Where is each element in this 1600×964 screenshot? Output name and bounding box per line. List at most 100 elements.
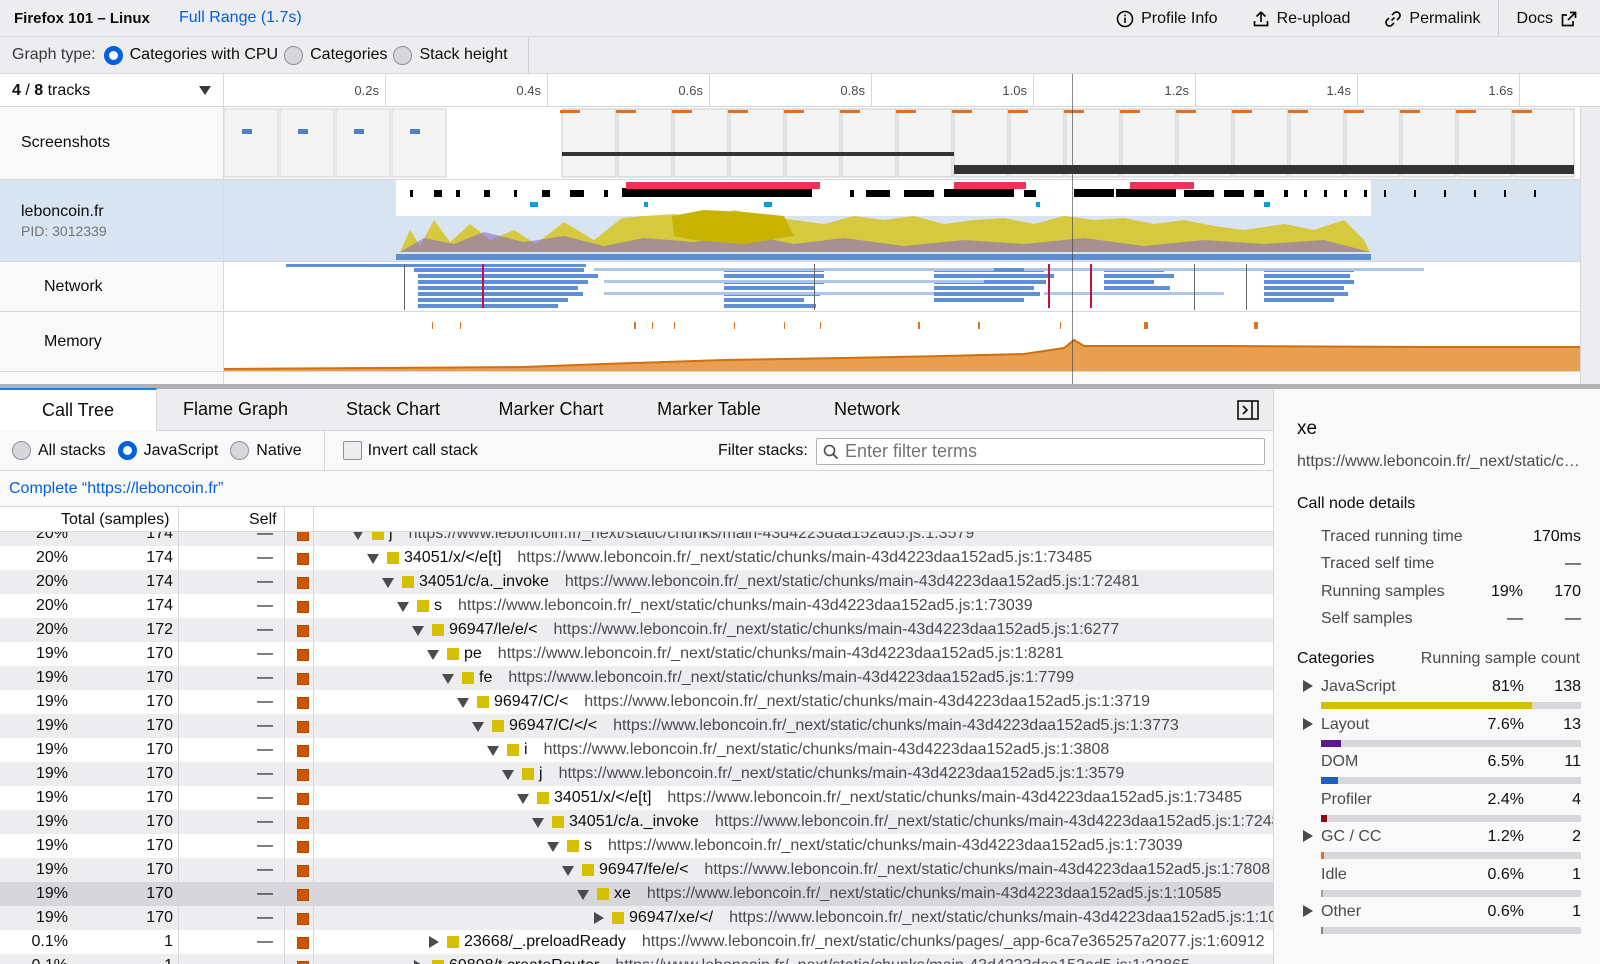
expanded-twisty-icon[interactable] (427, 650, 439, 660)
profile-info-button[interactable]: Profile Info (1099, 0, 1234, 37)
track-selector-button[interactable]: 4 / 8 tracks (0, 74, 224, 107)
running-sample-count-heading: Running sample count (1420, 650, 1580, 667)
row-self: — (257, 933, 273, 950)
process-track-label[interactable]: leboncoin.fr PID: 3012339 (0, 180, 224, 262)
expand-twisty-icon[interactable] (1303, 680, 1313, 692)
timeline-filler-row (224, 372, 1580, 384)
tree-row[interactable]: 19% 170 — 96947/fe/e/< https://www.leboncoin… (0, 858, 1273, 882)
category-row[interactable]: Layout 7.6% 13 (1297, 714, 1581, 752)
category-color-icon (417, 600, 429, 612)
category-bar-fill (1321, 927, 1323, 934)
expanded-twisty-icon[interactable] (562, 866, 574, 876)
collapsed-twisty-icon[interactable] (414, 960, 424, 964)
filter-stacks-field[interactable] (816, 438, 1265, 465)
graph-type-categories[interactable]: Categories (284, 45, 387, 65)
expanded-twisty-icon[interactable] (547, 842, 559, 852)
row-self: — (257, 669, 273, 686)
row-total: 1 (70, 957, 173, 964)
graph-type-categories-with-cpu[interactable]: Categories with CPU (103, 45, 278, 65)
detail-self-samples: Self samples — — (1321, 610, 1581, 627)
expanded-twisty-icon[interactable] (487, 746, 499, 756)
expand-twisty-icon[interactable] (1303, 717, 1313, 730)
tree-row[interactable]: 20% 174 — 34051/x/</e[t] https://www.lebonco… (0, 546, 1273, 570)
row-total: 174 (146, 532, 173, 542)
screenshots-track-label[interactable]: Screenshots (0, 107, 224, 180)
expanded-twisty-icon[interactable] (382, 578, 394, 588)
tree-row[interactable]: 19% 170 — j https://www.leboncoin.fr/_next/s… (0, 762, 1273, 786)
tree-row[interactable]: 19% 170 — 34051/x/</e[t] https://www.lebonco… (0, 786, 1273, 810)
tab-stack-chart[interactable]: Stack Chart (314, 388, 472, 430)
screenshots-track[interactable] (224, 107, 1580, 180)
tree-row[interactable]: 19% 170 — 96947/xe/</ https://www.leboncoin.… (0, 906, 1273, 930)
expanded-twisty-icon[interactable] (412, 626, 424, 636)
memory-track-label[interactable]: Memory (0, 312, 224, 372)
filter-stacks-input[interactable] (845, 441, 1245, 462)
tree-row[interactable]: 0.1%1 — 69898/t.createRouter https://www.le… (0, 954, 1273, 964)
timeline-scrollbar[interactable] (1580, 107, 1600, 384)
tree-row[interactable]: 20% 172 — 96947/le/e/< https://www.leboncoin… (0, 618, 1273, 642)
full-range-breadcrumb[interactable]: Full Range (1.7s) (165, 9, 302, 27)
permalink-button[interactable]: Permalink (1367, 0, 1497, 37)
breadcrumb-label: Complete “https://leboncoin.fr” (9, 479, 224, 497)
category-row[interactable]: Other 0.6% 1 (1297, 901, 1581, 939)
stack-native[interactable]: Native (230, 441, 302, 460)
tab-marker-table[interactable]: Marker Table (630, 388, 788, 430)
graph-type-stack-height[interactable]: Stack height (393, 45, 508, 65)
tree-row[interactable]: 19% 170 — i https://www.leboncoin.fr/_next/s… (0, 738, 1273, 762)
row-total: 170 (146, 765, 173, 782)
radio-icon (12, 441, 31, 460)
column-divider (284, 690, 285, 714)
graph-type-label: Graph type: (12, 46, 96, 63)
function-source: https://www.leboncoin.fr/_next/static/ch… (517, 549, 1092, 566)
expanded-twisty-icon[interactable] (532, 818, 544, 828)
row-total: 170 (146, 837, 173, 854)
collapsed-twisty-icon[interactable] (594, 912, 604, 924)
tree-row[interactable]: 20% 174 — s https://www.leboncoin.fr/_next/s… (0, 594, 1273, 618)
memory-track[interactable] (224, 312, 1580, 372)
expanded-twisty-icon[interactable] (517, 794, 529, 804)
tree-row[interactable]: 19% 170 — s https://www.leboncoin.fr/_next/s… (0, 834, 1273, 858)
network-track[interactable] (224, 262, 1580, 312)
transform-breadcrumb[interactable]: Complete “https://leboncoin.fr” (0, 471, 1273, 507)
collapsed-twisty-icon[interactable] (429, 936, 439, 948)
tree-row[interactable]: 19% 170 — 96947/C/</< https://www.leboncoin.… (0, 714, 1273, 738)
reupload-button[interactable]: Re-upload (1235, 0, 1368, 37)
tab-flame-graph[interactable]: Flame Graph (157, 388, 314, 430)
expanded-twisty-icon[interactable] (577, 890, 589, 900)
ruler-tick: 1.6s (1440, 74, 1520, 107)
tab-call-tree[interactable]: Call Tree (0, 388, 157, 431)
function-name: 96947/le/e/< (449, 621, 538, 638)
tree-row[interactable]: 19% 170 — pe https://www.leboncoin.fr/_next/… (0, 642, 1273, 666)
docs-button[interactable]: Docs (1497, 0, 1600, 37)
sidebar-toggle-icon[interactable] (1237, 400, 1259, 420)
js-category-icon (297, 913, 309, 925)
expanded-twisty-icon[interactable] (397, 602, 409, 612)
category-row[interactable]: GC / CC 1.2% 2 (1297, 826, 1581, 864)
expanded-twisty-icon[interactable] (367, 554, 379, 564)
tab-marker-chart[interactable]: Marker Chart (472, 388, 630, 430)
tree-row[interactable]: 19% 170 — 34051/c/a._invoke https://www.lebo… (0, 810, 1273, 834)
tree-row[interactable]: 20% 174 — 34051/c/a._invoke https://www.lebo… (0, 570, 1273, 594)
tree-row[interactable]: 20% 174 — j https://www.leboncoin.fr/_next/s… (0, 532, 1273, 546)
network-track-label[interactable]: Network (0, 262, 224, 312)
expanded-twisty-icon[interactable] (442, 674, 454, 684)
stack-javascript[interactable]: JavaScript (117, 441, 218, 460)
expanded-twisty-icon[interactable] (502, 770, 514, 780)
row-function: s https://www.leboncoin.fr/_next/static/c… (547, 837, 1183, 855)
expand-twisty-icon[interactable] (1303, 830, 1313, 842)
expanded-twisty-icon[interactable] (472, 722, 484, 732)
tree-row[interactable]: 19% 170 — fe https://www.leboncoin.fr/_next/… (0, 666, 1273, 690)
tree-row[interactable]: 0.1% 1 — 23668/_.preloadReady https://www.le… (0, 930, 1273, 954)
tab-network[interactable]: Network (788, 388, 946, 430)
category-row[interactable]: JavaScript 81% 138 (1297, 676, 1581, 714)
invert-call-stack-checkbox[interactable]: Invert call stack (342, 441, 478, 460)
call-tree[interactable]: 20% 174— j https://www.leboncoin.fr/_next/s… (0, 532, 1273, 964)
stack-all[interactable]: All stacks (12, 441, 106, 460)
tree-row[interactable]: 19% 170 — xe https://www.leboncoin.fr/_next/… (0, 882, 1273, 906)
column-divider (284, 666, 285, 690)
process-activity-graph[interactable] (224, 180, 1580, 262)
tree-row[interactable]: 19% 170 — 96947/C/< https://www.leboncoin.fr… (0, 690, 1273, 714)
expanded-twisty-icon[interactable] (352, 532, 364, 540)
expand-twisty-icon[interactable] (1303, 905, 1313, 917)
expanded-twisty-icon[interactable] (457, 698, 469, 708)
